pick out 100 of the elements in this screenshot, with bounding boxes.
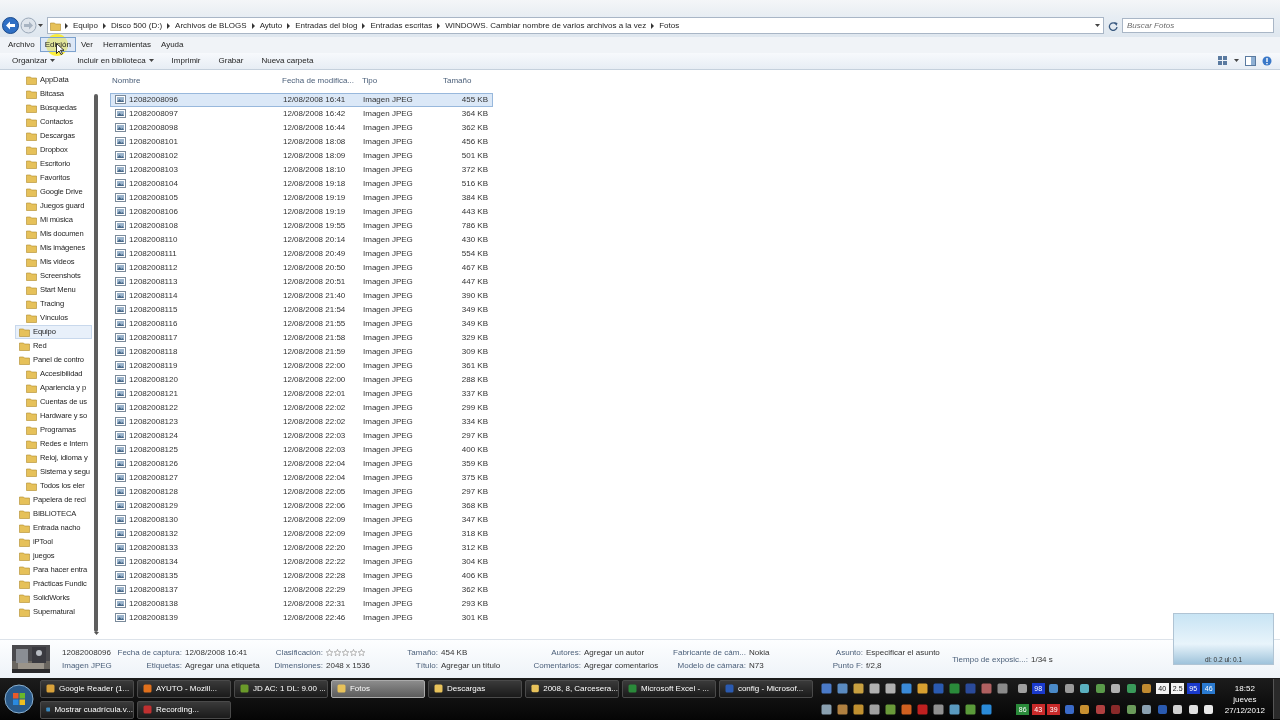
column-header[interactable]: Nombre — [110, 75, 282, 85]
toolbar-button[interactable]: Incluir en biblioteca — [73, 54, 158, 68]
file-row[interactable]: 12082008135 12/08/2008 22:28 Imagen JPEG 406 KB — [110, 568, 493, 583]
app-icon[interactable] — [981, 683, 993, 695]
app-icon[interactable] — [853, 683, 865, 695]
field-value[interactable]: 1/34 s — [1031, 654, 1091, 664]
scroll-down-icon[interactable] — [93, 631, 99, 636]
menu-item[interactable]: Ayuda — [155, 37, 189, 53]
tray-icon[interactable] — [1141, 704, 1153, 716]
breadcrumb[interactable]: Fotos — [656, 21, 683, 31]
file-row[interactable]: 12082008132 12/08/2008 22:09 Imagen JPEG 318 KB — [110, 526, 493, 541]
menu-item[interactable]: Herramientas — [97, 37, 156, 53]
tray-icon[interactable] — [1203, 704, 1215, 716]
tray-icon[interactable] — [1079, 704, 1091, 716]
menu-item[interactable]: Ver — [75, 37, 98, 53]
app-icon[interactable] — [997, 683, 1009, 695]
app-icon[interactable] — [901, 704, 913, 716]
breadcrumb[interactable]: Disco 500 (D:) — [107, 21, 166, 31]
file-row[interactable]: 12082008111 12/08/2008 20:49 Imagen JPEG 554 KB — [110, 246, 493, 261]
taskbar-button[interactable]: Recording... — [136, 700, 231, 719]
field-value[interactable]: 12/08/2008 16:41 — [185, 648, 273, 658]
column-header[interactable]: Tipo — [362, 75, 442, 85]
caret-icon[interactable] — [1234, 58, 1239, 64]
breadcrumb[interactable]: Aytuto — [256, 21, 286, 31]
field-value[interactable]: Agregar un autor — [584, 648, 670, 658]
file-row[interactable]: 12082008133 12/08/2008 22:20 Imagen JPEG 312 KB — [110, 540, 493, 555]
app-icon[interactable] — [821, 704, 833, 716]
app-icon[interactable] — [949, 683, 961, 695]
breadcrumb[interactable]: Entradas del blog — [292, 21, 361, 31]
file-row[interactable]: 12082008103 12/08/2008 18:10 Imagen JPEG 372 KB — [110, 162, 493, 177]
file-row[interactable]: 12082008134 12/08/2008 22:22 Imagen JPEG 304 KB — [110, 554, 493, 569]
start-button[interactable] — [3, 684, 34, 715]
breadcrumb[interactable]: Equipo — [70, 21, 101, 31]
file-row[interactable]: 12082008105 12/08/2008 19:19 Imagen JPEG 384 KB — [110, 190, 493, 205]
tray-icon[interactable] — [1172, 704, 1184, 716]
file-row[interactable]: 12082008120 12/08/2008 22:00 Imagen JPEG 288 KB — [110, 372, 493, 387]
file-row[interactable]: 12082008122 12/08/2008 22:02 Imagen JPEG 299 KB — [110, 400, 493, 415]
file-row[interactable]: 12082008118 12/08/2008 21:59 Imagen JPEG 309 KB — [110, 344, 493, 359]
file-row[interactable]: 12082008117 12/08/2008 21:58 Imagen JPEG 329 KB — [110, 330, 493, 345]
tray-icon[interactable] — [1063, 683, 1075, 695]
toolbar-button[interactable]: Organizar — [8, 54, 60, 68]
tray-icon[interactable] — [1187, 704, 1199, 716]
app-icon[interactable] — [901, 683, 913, 695]
app-icon[interactable] — [821, 683, 833, 695]
app-icon[interactable] — [949, 704, 961, 716]
breadcrumb[interactable]: Archivos de BLOGS — [172, 21, 250, 31]
file-row[interactable]: 12082008098 12/08/2008 16:44 Imagen JPEG 362 KB — [110, 120, 493, 135]
file-row[interactable]: 12082008112 12/08/2008 20:50 Imagen JPEG 467 KB — [110, 260, 493, 275]
file-row[interactable]: 12082008119 12/08/2008 22:00 Imagen JPEG 361 KB — [110, 358, 493, 373]
scrollbar[interactable] — [94, 93, 98, 632]
field-value[interactable]: f/2,8 — [866, 661, 942, 671]
app-icon[interactable] — [869, 683, 881, 695]
clock-day[interactable]: jueves — [1233, 694, 1257, 704]
taskbar-button[interactable]: Google Reader (1... — [39, 679, 134, 698]
taskbar-button[interactable]: Mostrar cuadrícula.v... — [39, 700, 134, 719]
file-row[interactable]: 12082008102 12/08/2008 18:09 Imagen JPEG 501 KB — [110, 148, 493, 163]
taskbar-button[interactable]: Descargas — [427, 679, 522, 698]
file-row[interactable]: 12082008128 12/08/2008 22:05 Imagen JPEG 297 KB — [110, 484, 493, 499]
breadcrumb[interactable]: WINDOWS. Cambiar nombre de varios archivos a la vez — [442, 21, 650, 31]
chevron-icon[interactable] — [437, 22, 441, 29]
file-row[interactable]: 12082008097 12/08/2008 16:42 Imagen JPEG 364 KB — [110, 106, 493, 121]
app-icon[interactable] — [837, 683, 849, 695]
file-row[interactable]: 12082008108 12/08/2008 19:55 Imagen JPEG 786 KB — [110, 218, 493, 233]
app-icon[interactable] — [885, 683, 897, 695]
chevron-icon[interactable] — [102, 22, 106, 29]
field-value[interactable]: N73 — [749, 661, 815, 671]
file-row[interactable]: 12082008096 12/08/2008 16:41 Imagen JPEG 455 KB — [110, 92, 493, 107]
show-desktop-button[interactable] — [1273, 679, 1280, 720]
chevron-icon[interactable] — [651, 22, 655, 29]
menu-item[interactable]: Archivo — [3, 37, 40, 53]
file-row[interactable]: 12082008125 12/08/2008 22:03 Imagen JPEG 400 KB — [110, 442, 493, 457]
file-row[interactable]: 12082008127 12/08/2008 22:04 Imagen JPEG 375 KB — [110, 470, 493, 485]
file-row[interactable]: 12082008137 12/08/2008 22:29 Imagen JPEG 362 KB — [110, 582, 493, 597]
file-row[interactable]: 12082008106 12/08/2008 19:19 Imagen JPEG 443 KB — [110, 204, 493, 219]
app-icon[interactable] — [981, 704, 993, 716]
app-icon[interactable] — [917, 683, 929, 695]
views-icon[interactable] — [1218, 56, 1228, 66]
toolbar-button[interactable]: Nueva carpeta — [257, 54, 318, 68]
file-row[interactable]: 12082008114 12/08/2008 21:40 Imagen JPEG 390 KB — [110, 288, 493, 303]
file-row[interactable]: 12082008121 12/08/2008 22:01 Imagen JPEG 337 KB — [110, 386, 493, 401]
taskbar-button[interactable]: 2008, 8, Carcesera... — [524, 679, 619, 698]
app-icon[interactable] — [837, 704, 849, 716]
file-row[interactable]: 12082008110 12/08/2008 20:14 Imagen JPEG 430 KB — [110, 232, 493, 247]
help-icon[interactable] — [1262, 55, 1272, 66]
file-row[interactable]: 12082008130 12/08/2008 22:09 Imagen JPEG 347 KB — [110, 512, 493, 527]
toolbar-button[interactable]: Grabar — [214, 54, 248, 68]
refresh-button[interactable] — [1108, 20, 1118, 31]
toolbar-button[interactable]: Imprimir — [167, 54, 205, 68]
tray-icon[interactable] — [1079, 683, 1091, 695]
chevron-icon[interactable] — [167, 22, 171, 29]
file-row[interactable]: 12082008123 12/08/2008 22:02 Imagen JPEG 334 KB — [110, 414, 493, 429]
field-value[interactable]: 2048 x 1536 — [326, 661, 392, 671]
taskbar-button[interactable]: AYUTO - Mozill... — [136, 679, 231, 698]
file-row[interactable]: 12082008104 12/08/2008 19:18 Imagen JPEG 516 KB — [110, 176, 493, 191]
taskbar-button[interactable]: Fotos — [330, 679, 425, 698]
file-row[interactable]: 12082008101 12/08/2008 18:08 Imagen JPEG 456 KB — [110, 134, 493, 149]
file-row[interactable]: 12082008126 12/08/2008 22:04 Imagen JPEG 359 KB — [110, 456, 493, 471]
chevron-icon[interactable] — [287, 22, 291, 29]
field-value[interactable]: Agregar un título — [441, 661, 531, 671]
clock-date[interactable]: 27/12/2012 — [1224, 705, 1265, 715]
